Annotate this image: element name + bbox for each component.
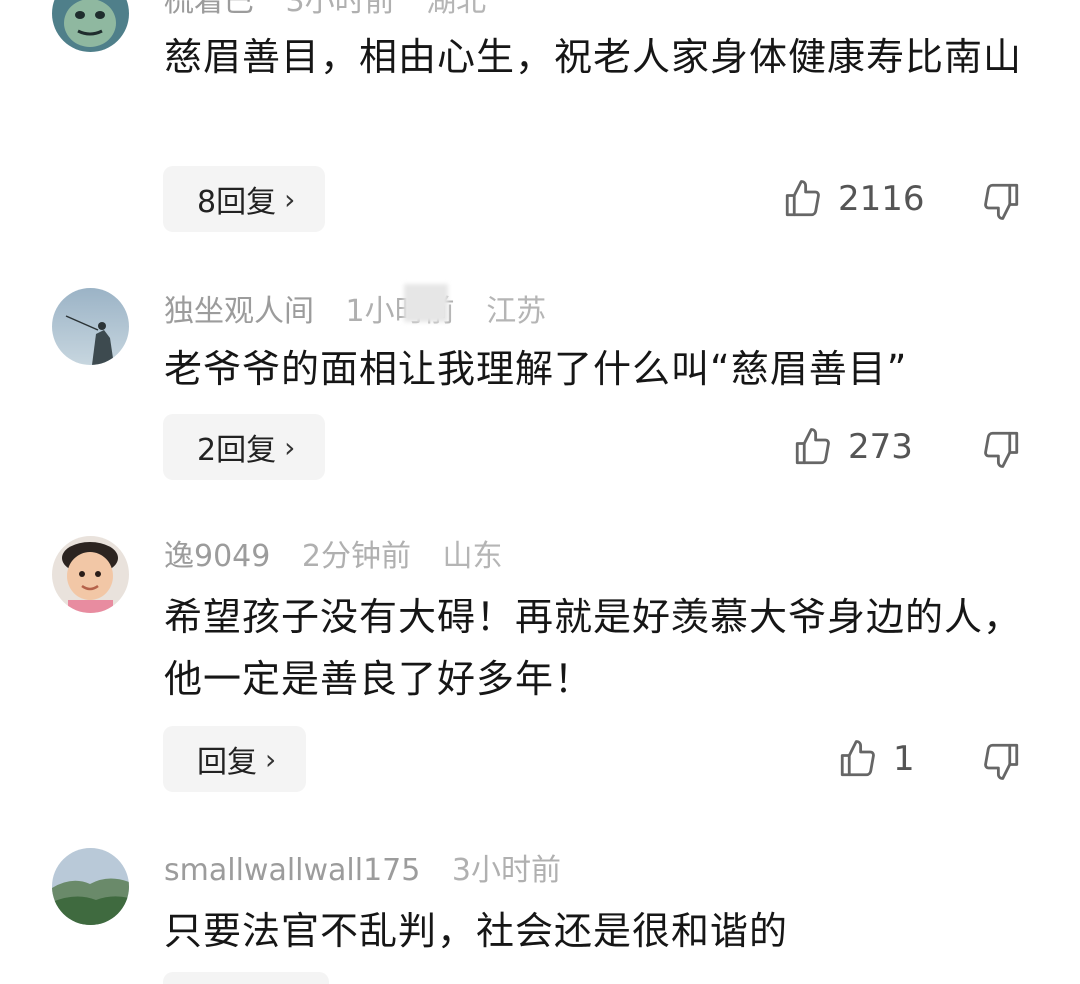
comment-text: 只要法官不乱判，社会还是很和谐的 bbox=[164, 909, 789, 953]
avatar[interactable] bbox=[52, 848, 129, 925]
comment-list: 梳着巴 3小时前 湖北 慈眉善目，相由心生，祝老人家身体健康寿比南山 8回复 ›… bbox=[0, 0, 1080, 984]
reply-button-partial[interactable] bbox=[163, 972, 329, 984]
comment-meta: smallwallwall175 3小时前 bbox=[164, 851, 561, 891]
comment-item: smallwallwall175 3小时前 只要法官不乱判，社会还是很和谐的 bbox=[0, 0, 1080, 984]
username[interactable]: smallwallwall175 bbox=[164, 853, 420, 888]
timestamp: 3小时前 bbox=[451, 853, 561, 888]
